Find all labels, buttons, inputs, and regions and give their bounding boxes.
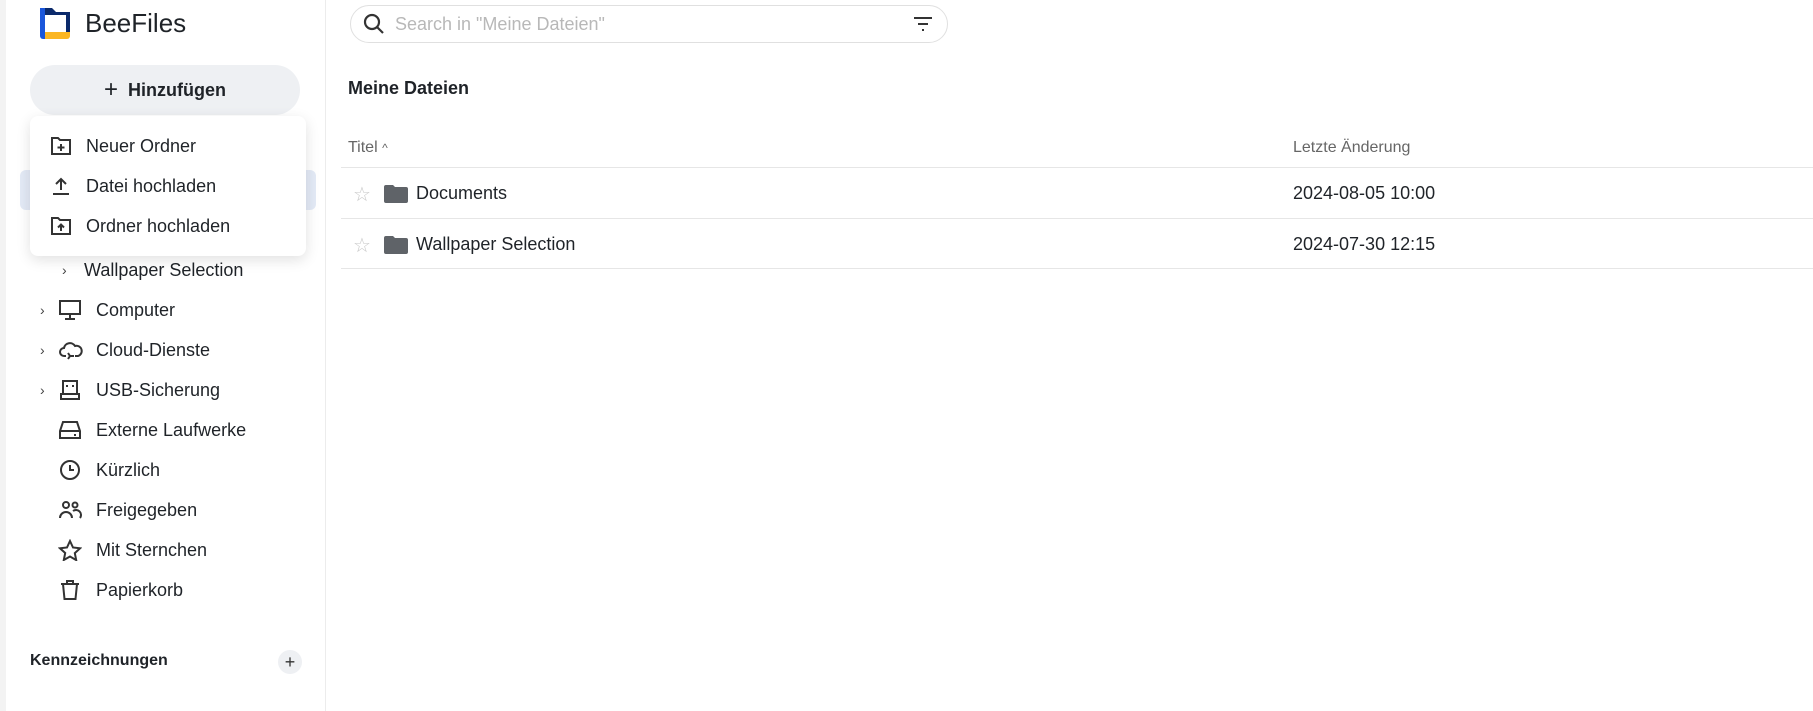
table-row[interactable]: ☆ Documents 2024-08-05 10:00 — [341, 167, 1813, 218]
folder-upload-icon — [51, 217, 71, 235]
users-icon — [59, 501, 82, 519]
add-button-label: Hinzufügen — [128, 79, 226, 100]
plus-icon: + — [104, 76, 119, 103]
app-name: BeeFiles — [85, 8, 187, 38]
menu-item-label: Datei hochladen — [86, 175, 217, 196]
cloud-sync-icon — [59, 342, 83, 360]
sidebar-item-label: Freigegeben — [96, 499, 198, 520]
filter-icon[interactable] — [913, 16, 933, 32]
sidebar-item-externe-laufwerke[interactable]: Externe Laufwerke — [6, 412, 326, 448]
chevron-right-icon[interactable]: › — [40, 382, 45, 398]
tree-item-label: Wallpaper Selection — [84, 259, 244, 280]
sidebar-item-label: Papierkorb — [96, 579, 184, 600]
sidebar-item-label: Cloud-Dienste — [96, 339, 211, 360]
search-icon — [363, 13, 384, 34]
star-icon — [58, 539, 82, 561]
sidebar-item-label: Externe Laufwerke — [96, 419, 247, 440]
sidebar-item-cloud-dienste[interactable]: › Cloud-Dienste — [6, 332, 326, 368]
chevron-right-icon[interactable]: › — [40, 342, 45, 358]
chevron-right-icon[interactable]: › — [40, 302, 45, 318]
sidebar-item-freigegeben[interactable]: Freigegeben — [6, 492, 326, 528]
chevron-right-icon[interactable]: › — [62, 262, 67, 278]
monitor-icon — [59, 300, 81, 320]
sort-ascending-icon: ^ — [382, 141, 388, 155]
usb-icon — [60, 380, 80, 400]
drive-icon — [59, 421, 81, 439]
column-header-title[interactable]: Titel ^ — [348, 139, 388, 157]
sidebar-item-label: Mit Sternchen — [96, 539, 208, 560]
menu-item-new-folder[interactable]: Neuer Ordner — [30, 128, 306, 164]
tree-item-wallpaper-selection[interactable]: › Wallpaper Selection — [6, 252, 326, 288]
sidebar-item-mit-sternchen[interactable]: Mit Sternchen — [6, 532, 326, 568]
folder-plus-icon — [51, 137, 71, 155]
star-toggle-icon[interactable]: ☆ — [353, 233, 371, 258]
modified-date: 2024-08-05 10:00 — [1293, 183, 1436, 203]
sidebar-item-computer[interactable]: › Computer — [6, 292, 326, 328]
modified-date: 2024-07-30 12:15 — [1293, 234, 1436, 254]
sidebar-item-usb-sicherung[interactable]: › USB-Sicherung — [6, 372, 326, 408]
column-title-label: Titel — [348, 139, 378, 156]
sidebar-item-papierkorb[interactable]: Papierkorb — [6, 572, 326, 608]
menu-item-label: Neuer Ordner — [86, 135, 197, 156]
sidebar-item-label: Kürzlich — [96, 459, 161, 480]
folder-icon — [384, 185, 408, 203]
trash-icon — [61, 580, 79, 600]
file-name[interactable]: Wallpaper Selection — [416, 234, 575, 255]
add-label-button[interactable]: + — [278, 650, 302, 674]
folder-icon — [384, 236, 408, 254]
sidebar-item-kuerzlich[interactable]: Kürzlich — [6, 452, 326, 488]
menu-item-label: Ordner hochladen — [86, 215, 231, 236]
add-button[interactable]: + Hinzufügen — [30, 65, 300, 115]
add-dropdown-menu: Neuer Ordner Datei hochladen Ordner hoch… — [30, 116, 306, 256]
clock-icon — [60, 460, 80, 480]
beefiles-logo — [40, 8, 70, 39]
sidebar: BeeFiles + Hinzufügen Neuer Ordner Datei … — [0, 0, 326, 711]
search-input[interactable] — [395, 14, 875, 35]
column-header-modified[interactable]: Letzte Änderung — [1293, 139, 1410, 157]
sidebar-item-label: Computer — [96, 299, 176, 320]
page-title: Meine Dateien — [348, 78, 470, 98]
file-name[interactable]: Documents — [416, 183, 507, 204]
table-row[interactable]: ☆ Wallpaper Selection 2024-07-30 12:15 — [341, 218, 1813, 269]
menu-item-upload-folder[interactable]: Ordner hochladen — [30, 208, 306, 244]
star-toggle-icon[interactable]: ☆ — [353, 182, 371, 207]
labels-heading: Kennzeichnungen — [30, 652, 168, 669]
menu-item-upload-file[interactable]: Datei hochladen — [30, 168, 306, 204]
search-bar — [350, 5, 948, 43]
sidebar-item-label: USB-Sicherung — [96, 379, 221, 400]
upload-icon — [53, 177, 69, 195]
